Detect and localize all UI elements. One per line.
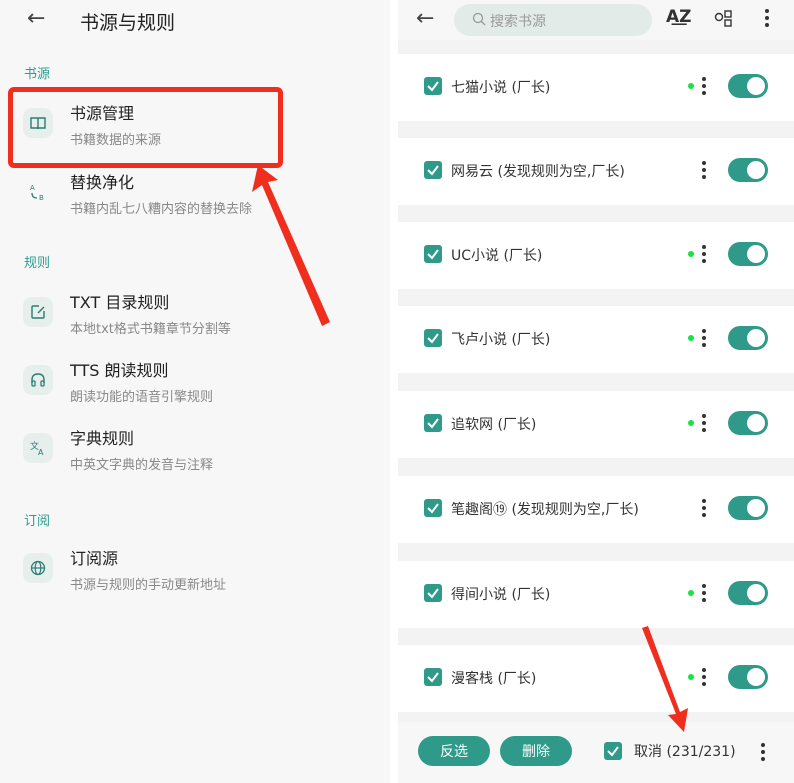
annotation-arrows [252,165,688,732]
screen: ← 书源与规则 书源 书源管理 书籍数据的来源 AB 替换净化 书籍内乱七八糟内… [0,0,794,783]
red-arrow-to-source-manage [252,165,330,326]
red-arrow-to-cancel [642,626,688,732]
